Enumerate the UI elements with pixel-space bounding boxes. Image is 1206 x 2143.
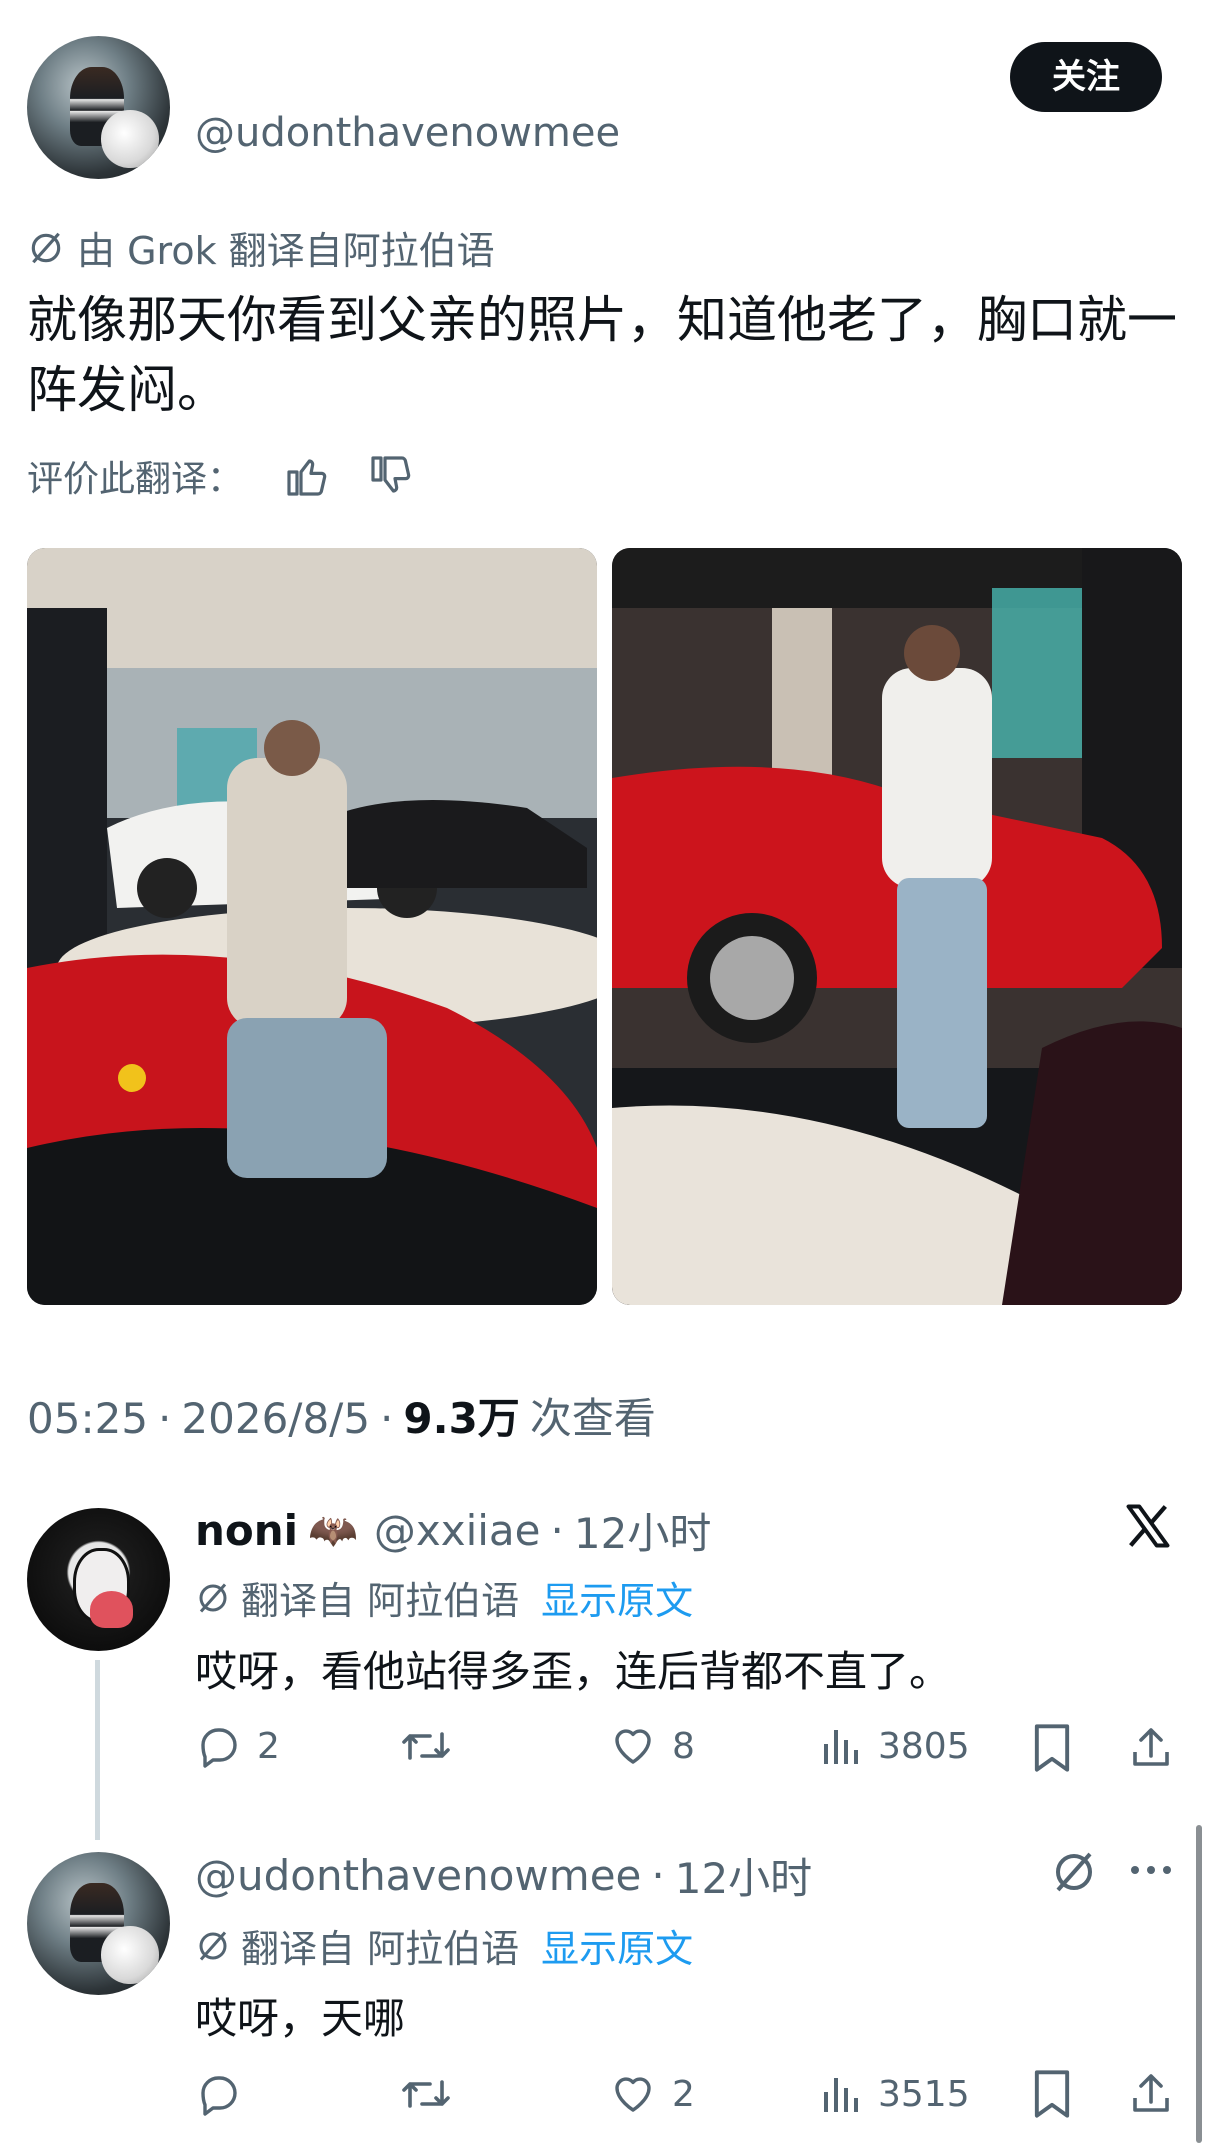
reply-button[interactable]: 2 (195, 1722, 280, 1770)
post-photo-1[interactable] (27, 548, 597, 1305)
separator: · (158, 1394, 172, 1443)
reply-translated-notice: 翻译自 阿拉伯语 显示原文 (195, 1570, 693, 1625)
repost-icon (398, 1722, 454, 1770)
post-photo-2[interactable] (612, 548, 1182, 1305)
reply-time[interactable]: 12小时 (675, 1845, 812, 1906)
x-logo-icon[interactable] (1122, 1500, 1174, 1552)
reply-button[interactable] (195, 2070, 257, 2118)
reply-avatar[interactable] (27, 1508, 170, 1651)
translated-notice-text: 由 Grok 翻译自阿拉伯语 (77, 229, 495, 273)
more-icon[interactable] (1128, 1860, 1174, 1880)
thumbs-down-icon[interactable] (367, 452, 415, 500)
share-icon[interactable] (1127, 2068, 1175, 2120)
repost-button[interactable] (398, 2070, 468, 2118)
bookmark-icon[interactable] (1030, 1722, 1074, 1774)
views-label: 次查看 (529, 1394, 656, 1443)
reply-translated-label: 翻译自 阿拉伯语 (241, 1579, 520, 1623)
rate-translation: 评价此翻译： (27, 450, 415, 502)
reply-author-name[interactable]: noni (195, 1506, 298, 1555)
translate-icon (195, 1928, 231, 1964)
reply-header: noni 🦇 @xxiiae · 12小时 (195, 1500, 711, 1561)
show-original-link[interactable]: 显示原文 (541, 1570, 693, 1625)
follow-button[interactable]: 关注 (1010, 42, 1162, 112)
views-icon (820, 1722, 864, 1770)
heart-icon (608, 1722, 658, 1770)
author-handle[interactable]: @udonthavenowmee (195, 110, 620, 156)
reply-translated-label: 翻译自 阿拉伯语 (241, 1927, 520, 1971)
translate-icon[interactable] (1050, 1848, 1098, 1896)
share-icon[interactable] (1127, 1722, 1175, 1774)
reply-translated-notice: 翻译自 阿拉伯语 显示原文 (195, 1918, 693, 1973)
post-time: 05:25 (27, 1394, 149, 1443)
reply-text: 哎呀，天哪 (195, 1994, 406, 2043)
author-avatar[interactable] (27, 36, 170, 179)
separator: · (380, 1394, 394, 1443)
post-text: 就像那天你看到父亲的照片，知道他老了，胸口就一阵发闷。 (27, 291, 1177, 419)
views-button[interactable]: 3515 (820, 2070, 970, 2118)
views-count[interactable]: 9.3万 (403, 1385, 519, 1446)
reply-text: 哎呀，看他站得多歪，连后背都不直了。 (195, 1647, 952, 1696)
reply-count: 2 (257, 1725, 280, 1767)
views-button[interactable]: 3805 (820, 1722, 970, 1770)
translated-notice: 由 Grok 翻译自阿拉伯语 (27, 220, 495, 275)
reply-header: @udonthavenowmee · 12小时 (195, 1845, 812, 1906)
show-original-link[interactable]: 显示原文 (541, 1918, 693, 1973)
repost-button[interactable] (398, 1722, 468, 1770)
post-date: 2026/8/5 (181, 1394, 371, 1443)
bookmark-icon[interactable] (1030, 2068, 1074, 2120)
scrollbar[interactable] (1196, 1825, 1202, 2143)
like-count: 8 (672, 1725, 695, 1767)
like-button[interactable]: 8 (608, 1722, 695, 1770)
translate-icon (27, 229, 65, 267)
post-meta: 05:25 · 2026/8/5 · 9.3万 次查看 (27, 1385, 656, 1446)
heart-icon (608, 2070, 658, 2118)
reply-author-handle[interactable]: @xxiiae (374, 1506, 541, 1555)
repost-icon (398, 2070, 454, 2118)
thread-line (95, 1660, 100, 1840)
translate-icon (195, 1580, 231, 1616)
bat-emoji: 🦇 (308, 1508, 358, 1554)
reply-author-handle[interactable]: @udonthavenowmee (195, 1851, 641, 1900)
reply-time[interactable]: 12小时 (574, 1500, 711, 1561)
thumbs-up-icon[interactable] (283, 452, 331, 500)
reply-icon (195, 1722, 243, 1770)
views-count: 3515 (878, 2073, 970, 2115)
reply-avatar[interactable] (27, 1852, 170, 1995)
like-count: 2 (672, 2073, 695, 2115)
views-count: 3805 (878, 1725, 970, 1767)
rate-label: 评价此翻译： (27, 459, 244, 500)
like-button[interactable]: 2 (608, 2070, 695, 2118)
views-icon (820, 2070, 864, 2118)
reply-icon (195, 2070, 243, 2118)
